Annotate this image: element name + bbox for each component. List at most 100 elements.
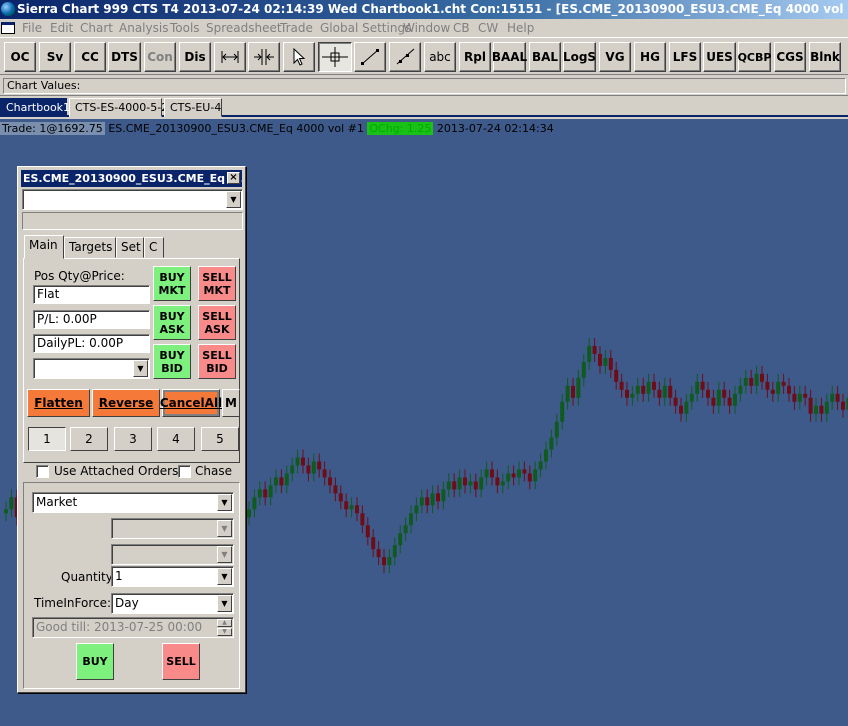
price-bar (544, 441, 548, 470)
line-icon (361, 49, 379, 65)
dis-button[interactable]: Dis (179, 42, 211, 72)
chart-values-field: Chart Values: (3, 78, 846, 94)
buy-button[interactable]: BUY (76, 643, 114, 680)
price-bar (749, 369, 754, 394)
pointer-button[interactable] (283, 42, 315, 72)
menu-cb[interactable]: CB (453, 21, 470, 35)
quick-qty-4[interactable]: 4 (157, 427, 195, 451)
chevron-down-icon[interactable]: ▼ (217, 595, 232, 612)
price-bar (511, 465, 516, 486)
price-bar (263, 481, 268, 506)
reverse-button[interactable]: Reverse (92, 389, 160, 417)
sv-button[interactable]: Sv (39, 42, 71, 72)
oc-button[interactable]: OC (4, 42, 36, 72)
menu-chart[interactable]: Chart (80, 21, 113, 35)
dts-button[interactable]: DTS (108, 42, 141, 72)
crosshair-button[interactable] (318, 42, 352, 72)
menu-analysis[interactable]: Analysis (119, 21, 168, 35)
ray-tool-button[interactable] (389, 42, 421, 72)
line-tool-button[interactable] (354, 42, 386, 72)
tab-targets[interactable]: Targets (64, 237, 116, 258)
price-bar (679, 397, 683, 422)
chevron-down-icon[interactable]: ▼ (226, 191, 241, 208)
tab-c[interactable]: C (144, 237, 164, 258)
price-bar (581, 353, 586, 386)
price-bar (398, 525, 403, 554)
tab-cts-es[interactable]: CTS-ES-4000-5-2 (69, 98, 168, 117)
price-bar (835, 385, 840, 410)
lfs-button[interactable]: LFS (669, 42, 701, 72)
position-select[interactable]: ▼ (33, 358, 150, 379)
price-bar (814, 397, 818, 422)
price-bar (652, 373, 656, 398)
text-tool-button[interactable]: abc (424, 42, 456, 72)
chevron-down-icon[interactable]: ▼ (217, 494, 232, 511)
chevron-down-icon[interactable]: ▼ (217, 568, 232, 585)
horizontal-measure-icon (221, 51, 239, 63)
baal-button[interactable]: BAAL (492, 42, 527, 72)
trade-window-title-text: ES.CME_20130900_ESU3.CME_Eq 4... (23, 172, 242, 185)
bal-button[interactable]: BAL (529, 42, 561, 72)
menu-window[interactable]: Window (403, 21, 450, 35)
chevron-down-icon: ▼ (217, 520, 232, 537)
rpl-button[interactable]: Rpl (459, 42, 491, 72)
cancel-all-button[interactable]: CancelAll (160, 389, 222, 417)
close-icon[interactable]: × (227, 172, 240, 184)
chase-checkbox[interactable] (178, 465, 191, 478)
sell-bid-button[interactable]: SELL BID (198, 344, 236, 379)
price-bar (414, 497, 419, 522)
menu-cw[interactable]: CW (478, 21, 498, 35)
logs-button[interactable]: LogS (563, 42, 596, 72)
tab-set[interactable]: Set (116, 237, 144, 258)
price-bar (533, 461, 538, 490)
buy-market-button[interactable]: BUY MKT (153, 266, 191, 301)
tab-cts-eu[interactable]: CTS-EU-4 (164, 98, 222, 117)
cgs-button[interactable]: CGS (774, 42, 806, 72)
tab-main[interactable]: Main (24, 235, 64, 259)
sell-button[interactable]: SELL (162, 643, 200, 680)
price-bar (716, 381, 721, 414)
order-type-select[interactable]: Market ▼ (32, 492, 234, 513)
price-bar (797, 385, 802, 410)
quick-qty-1[interactable]: 1 (28, 427, 66, 451)
price-bar (311, 453, 316, 482)
horizontal-measure-button[interactable] (214, 42, 246, 72)
quick-qty-3[interactable]: 3 (114, 427, 152, 451)
qcbp-button[interactable]: QCBP (738, 42, 771, 72)
price-bar (727, 389, 732, 414)
sell-ask-button[interactable]: SELL ASK (198, 305, 236, 340)
ues-button[interactable]: UES (703, 42, 736, 72)
sell-market-button[interactable]: SELL MKT (198, 266, 236, 301)
quick-qty-5[interactable]: 5 (201, 427, 239, 451)
vertical-bar-button[interactable] (248, 42, 280, 72)
buy-bid-button[interactable]: BUY BID (153, 344, 191, 379)
price-bar (446, 473, 451, 498)
blnk-button[interactable]: Blnk (809, 42, 841, 72)
document-icon[interactable] (1, 22, 15, 34)
menu-tools[interactable]: Tools (170, 21, 200, 35)
trade-account-select[interactable]: ▼ (22, 189, 243, 210)
menu-file[interactable]: File (22, 21, 42, 35)
menu-edit[interactable]: Edit (50, 21, 73, 35)
use-attached-orders-checkbox[interactable] (36, 465, 49, 478)
chevron-down-icon[interactable]: ▼ (133, 360, 148, 377)
quantity-select[interactable]: 1 ▼ (111, 566, 234, 587)
cc-button[interactable]: CC (74, 42, 106, 72)
tab-chartbook1[interactable]: Chartbook1 (0, 98, 70, 117)
quick-qty-2[interactable]: 2 (70, 427, 108, 451)
menu-trade[interactable]: Trade (280, 21, 313, 35)
m-button[interactable]: M (222, 389, 240, 417)
menu-spreadsheet[interactable]: Spreadsheet (206, 21, 282, 35)
menu-global-settings[interactable]: Global Settings (320, 21, 411, 35)
con-button[interactable]: Con (144, 42, 176, 72)
vg-button[interactable]: VG (599, 42, 631, 72)
price-bar (571, 377, 575, 406)
buy-ask-button[interactable]: BUY ASK (153, 305, 191, 340)
menu-help[interactable]: Help (507, 21, 534, 35)
tif-select[interactable]: Day ▼ (111, 593, 234, 614)
price-bar (403, 517, 408, 542)
price-bar (625, 381, 629, 406)
flatten-button[interactable]: Flatten (27, 389, 90, 417)
hg-button[interactable]: HG (634, 42, 666, 72)
price-bar (484, 461, 489, 486)
